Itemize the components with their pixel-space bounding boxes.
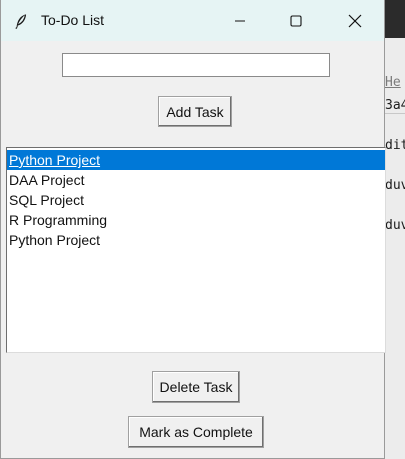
maximize-icon (290, 14, 302, 27)
minimize-button[interactable] (217, 0, 263, 41)
delete-task-button[interactable]: Delete Task (152, 371, 240, 403)
background-window-line: 3a4 (385, 98, 405, 113)
task-list-item[interactable]: Python Project (7, 150, 385, 170)
task-list-item[interactable]: DAA Project (7, 170, 385, 190)
close-button[interactable] (332, 0, 378, 41)
task-list-item[interactable]: SQL Project (7, 190, 385, 210)
todo-window: To-Do List Add Task Python Project DAA P… (0, 0, 386, 459)
background-window-line: duv (385, 178, 405, 193)
window-title: To-Do List (41, 12, 105, 28)
task-list-item[interactable]: Python Project (7, 230, 385, 250)
mark-complete-button[interactable]: Mark as Complete (128, 416, 264, 448)
close-icon (348, 14, 362, 28)
maximize-button[interactable] (273, 0, 319, 41)
title-bar[interactable]: To-Do List (1, 0, 384, 41)
task-input[interactable] (62, 53, 330, 77)
background-window-line: duv (385, 218, 405, 233)
task-list[interactable]: Python Project DAA Project SQL Project R… (6, 147, 386, 353)
add-task-button[interactable]: Add Task (158, 96, 232, 127)
background-window-divider (385, 113, 405, 114)
background-window-header: He (385, 75, 401, 90)
minimize-icon (234, 15, 246, 27)
feather-icon (13, 13, 29, 30)
task-list-item[interactable]: R Programming (7, 210, 385, 230)
background-window-line: dit (385, 138, 405, 153)
